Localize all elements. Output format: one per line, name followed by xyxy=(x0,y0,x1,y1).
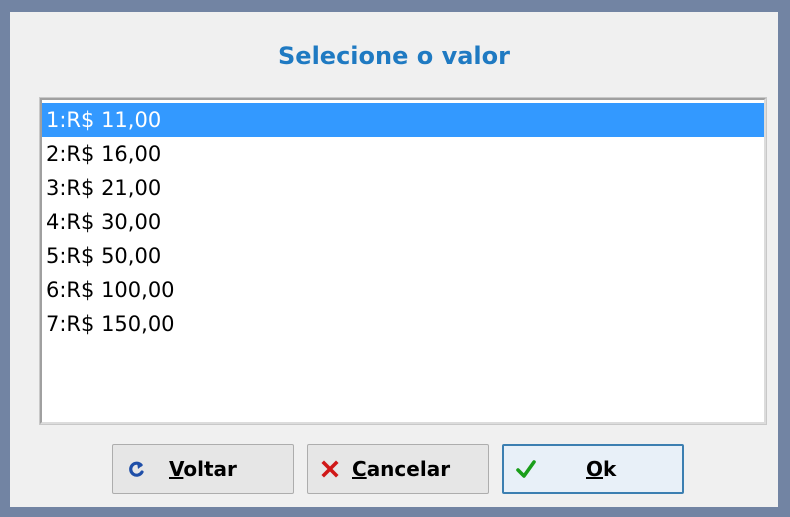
back-button-label: Voltar xyxy=(169,457,237,481)
list-item[interactable]: 1:R$ 11,00 xyxy=(42,103,764,137)
check-icon xyxy=(514,457,538,481)
ok-button-label: Ok xyxy=(586,457,617,481)
list-item[interactable]: 3:R$ 21,00 xyxy=(42,171,764,205)
select-value-dialog: Selecione o valor 1:R$ 11,00 2:R$ 16,00 … xyxy=(0,0,790,517)
cancel-button-label: Cancelar xyxy=(352,457,451,481)
close-icon xyxy=(318,457,342,481)
back-button[interactable]: Voltar xyxy=(112,444,294,494)
list-item[interactable]: 5:R$ 50,00 xyxy=(42,239,764,273)
value-listbox[interactable]: 1:R$ 11,00 2:R$ 16,00 3:R$ 21,00 4:R$ 30… xyxy=(39,97,767,425)
ok-button[interactable]: Ok xyxy=(502,444,684,494)
cancel-button[interactable]: Cancelar xyxy=(307,444,489,494)
list-item[interactable]: 2:R$ 16,00 xyxy=(42,137,764,171)
list-item[interactable]: 4:R$ 30,00 xyxy=(42,205,764,239)
list-item[interactable]: 6:R$ 100,00 xyxy=(42,273,764,307)
back-arrow-icon xyxy=(125,457,149,481)
dialog-title: Selecione o valor xyxy=(278,42,510,70)
list-item[interactable]: 7:R$ 150,00 xyxy=(42,307,764,341)
